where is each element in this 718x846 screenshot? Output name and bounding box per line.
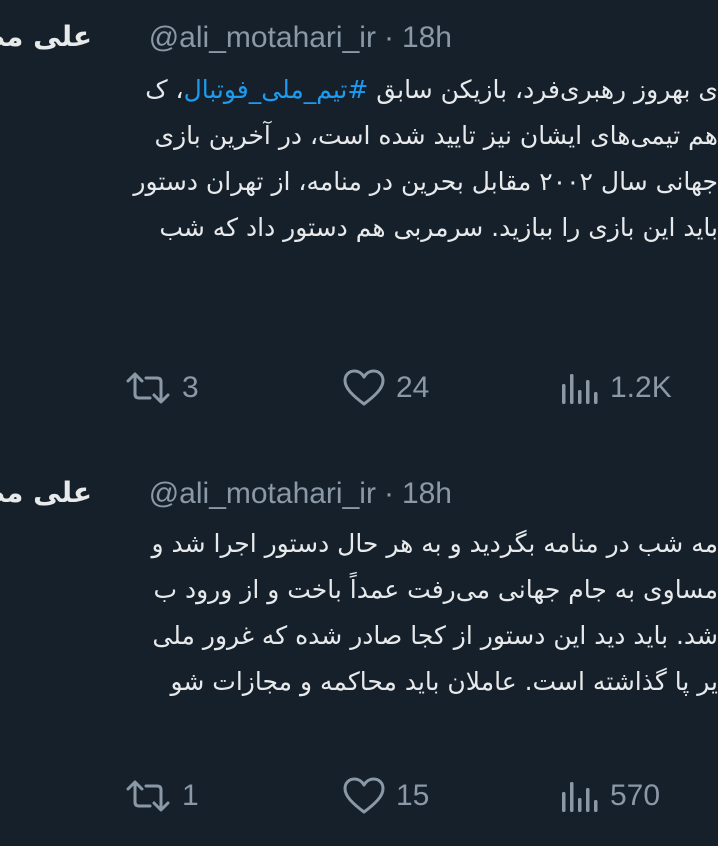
tweet-text-line: مساوی به جام جهانی می‌رفت عمداً باخت و ا… [153,575,718,604]
tweet-text-line: جهانی سال ۲۰۰۲ مقابل بحرین در منامه، از … [133,167,718,196]
views-button[interactable]: 570 [560,766,660,826]
views-button[interactable]: 1.2K [560,358,672,418]
author-display-name[interactable]: علی مطهری [0,474,92,514]
like-count: 15 [396,779,430,812]
like-button[interactable]: 24 [342,358,429,418]
view-count: 570 [610,779,661,812]
tweet-text-line: مه شب در منامه بگردید و به هر حال دستور … [151,529,718,558]
author-display-name[interactable]: علی مطهری [0,18,92,58]
retweet-icon [124,778,172,814]
tweet-text-line: شد. باید دید این دستور از کجا صادر شده ک… [152,621,718,650]
retweet-button[interactable]: 3 [124,358,199,418]
like-count: 24 [396,371,430,404]
text-segment: ، ک [145,75,184,104]
tweet-header: @ali_motahari_ir · 18h [149,474,452,514]
retweet-count: 1 [182,779,199,812]
heart-icon [342,776,386,816]
views-chart-icon [560,778,600,814]
tweet-header: @ali_motahari_ir · 18h [149,18,452,58]
separator-dot: · [383,21,394,54]
tweet-timestamp[interactable]: 18h [402,477,452,511]
views-chart-icon [560,370,600,406]
retweet-button[interactable]: 1 [124,766,199,826]
tweet-timestamp[interactable]: 18h [402,21,452,55]
author-handle[interactable]: @ali_motahari_ir [149,477,376,511]
retweet-icon [124,370,172,406]
tweet-text-line: یر پا گذاشته است. عاملان باید محاکمه و م… [170,667,718,696]
tweet-text-line: هم تیمی‌های ایشان نیز تایید شده است، در … [154,121,718,150]
view-count: 1.2K [610,371,672,404]
separator-dot: · [383,477,394,510]
author-handle[interactable]: @ali_motahari_ir [149,21,376,55]
tweet-actions: 3 24 1.2K [0,358,718,418]
tweet-text-line: ی بهروز رهبری‌فرد، بازیکن سابق #تیم_ملی_… [145,67,718,113]
heart-icon [342,368,386,408]
tweet-actions: 1 15 570 [0,766,718,826]
hashtag-link[interactable]: #تیم_ملی_فوتبال [184,75,369,104]
text-segment: ی بهروز رهبری‌فرد، بازیکن سابق [368,75,718,104]
retweet-count: 3 [182,371,199,404]
like-button[interactable]: 15 [342,766,429,826]
tweet-text-line: باید این بازی را ببازید. سرمربی هم دستور… [159,213,718,242]
